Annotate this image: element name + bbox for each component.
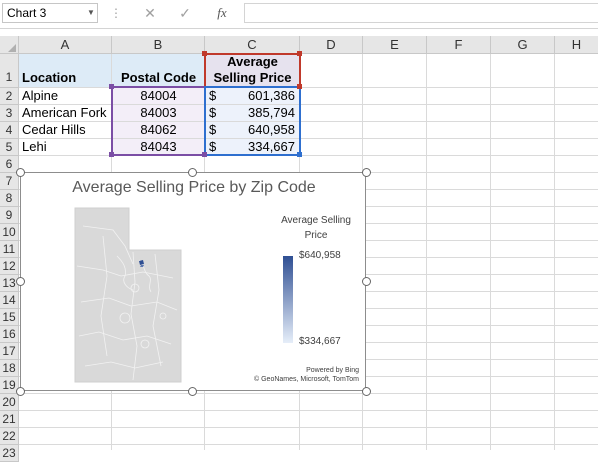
map-chart[interactable]: Average Selling Price by Zip Code Averag…: [20, 172, 366, 391]
column-header-e[interactable]: E: [363, 36, 427, 54]
cell-a4[interactable]: Cedar Hills: [22, 122, 86, 138]
range-handle[interactable]: [297, 152, 302, 157]
series-name-highlight: [204, 53, 301, 88]
map-copyright: © GeoNames, Microsoft, TomTom: [254, 376, 359, 383]
utah-state-shape: [74, 207, 182, 383]
more-options-icon[interactable]: ⋮: [110, 4, 122, 22]
row-header-23[interactable]: 23: [0, 445, 19, 462]
row-header-7[interactable]: 7: [0, 173, 19, 190]
column-header-d[interactable]: D: [300, 36, 363, 54]
legend-color-scale: [283, 256, 293, 343]
utah-map[interactable]: [73, 206, 193, 386]
row-header-2[interactable]: 2: [0, 88, 19, 105]
row-header-1[interactable]: 1: [0, 54, 19, 88]
row-header-18[interactable]: 18: [0, 360, 19, 377]
column-header-g[interactable]: G: [491, 36, 555, 54]
resize-handle-left[interactable]: [16, 277, 25, 286]
cell-a2[interactable]: Alpine: [22, 88, 58, 104]
column-header-c[interactable]: C: [205, 36, 300, 54]
row-header-5[interactable]: 5: [0, 139, 19, 156]
column-header-f[interactable]: F: [427, 36, 491, 54]
row-header-10[interactable]: 10: [0, 224, 19, 241]
row-header-8[interactable]: 8: [0, 190, 19, 207]
cell-a5[interactable]: Lehi: [22, 139, 47, 155]
cell-b1-postal[interactable]: Postal Code: [112, 70, 205, 86]
row-header-21[interactable]: 21: [0, 411, 19, 428]
legend-title-line1: Average Selling: [281, 215, 351, 226]
range-handle[interactable]: [297, 51, 302, 56]
row-header-17[interactable]: 17: [0, 343, 19, 360]
column-header-b[interactable]: B: [112, 36, 205, 54]
legend-title-line2: Price: [304, 230, 328, 241]
resize-handle-bottom-left[interactable]: [16, 387, 25, 396]
column-header-h[interactable]: H: [555, 36, 598, 54]
cell-a3[interactable]: American Fork: [22, 105, 107, 121]
select-all-triangle-icon: [8, 44, 16, 52]
resize-handle-top[interactable]: [188, 168, 197, 177]
range-handle[interactable]: [297, 84, 302, 89]
row-header-14[interactable]: 14: [0, 292, 19, 309]
resize-handle-bottom[interactable]: [188, 387, 197, 396]
formula-input[interactable]: [244, 3, 598, 23]
row-header-20[interactable]: 20: [0, 394, 19, 411]
resize-handle-bottom-right[interactable]: [362, 387, 371, 396]
values-range-highlight: [204, 86, 301, 156]
legend-max: $640,958: [299, 250, 341, 261]
chevron-down-icon[interactable]: ▼: [84, 3, 98, 23]
column-header-a[interactable]: A: [19, 36, 112, 54]
insert-function-icon[interactable]: fx: [211, 4, 233, 22]
range-handle[interactable]: [202, 152, 207, 157]
cell-a1-location[interactable]: Location: [22, 70, 76, 86]
resize-handle-top-left[interactable]: [16, 168, 25, 177]
row-header-9[interactable]: 9: [0, 207, 19, 224]
row-header-4[interactable]: 4: [0, 122, 19, 139]
cancel-icon[interactable]: ✕: [141, 4, 159, 22]
legend-min: $334,667: [299, 336, 341, 347]
row-header-11[interactable]: 11: [0, 241, 19, 258]
enter-icon[interactable]: ✓: [176, 4, 194, 22]
row-header-15[interactable]: 15: [0, 309, 19, 326]
chart-title[interactable]: Average Selling Price by Zip Code: [21, 179, 367, 197]
row-header-3[interactable]: 3: [0, 105, 19, 122]
range-handle[interactable]: [202, 51, 207, 56]
bing-credit: Powered by Bing: [306, 367, 359, 374]
row-header-22[interactable]: 22: [0, 428, 19, 445]
postal-range-highlight: [111, 86, 206, 156]
row-header-16[interactable]: 16: [0, 326, 19, 343]
range-handle[interactable]: [109, 152, 114, 157]
resize-handle-top-right[interactable]: [362, 168, 371, 177]
range-handle[interactable]: [109, 84, 114, 89]
row-header-12[interactable]: 12: [0, 258, 19, 275]
resize-handle-right[interactable]: [362, 277, 371, 286]
